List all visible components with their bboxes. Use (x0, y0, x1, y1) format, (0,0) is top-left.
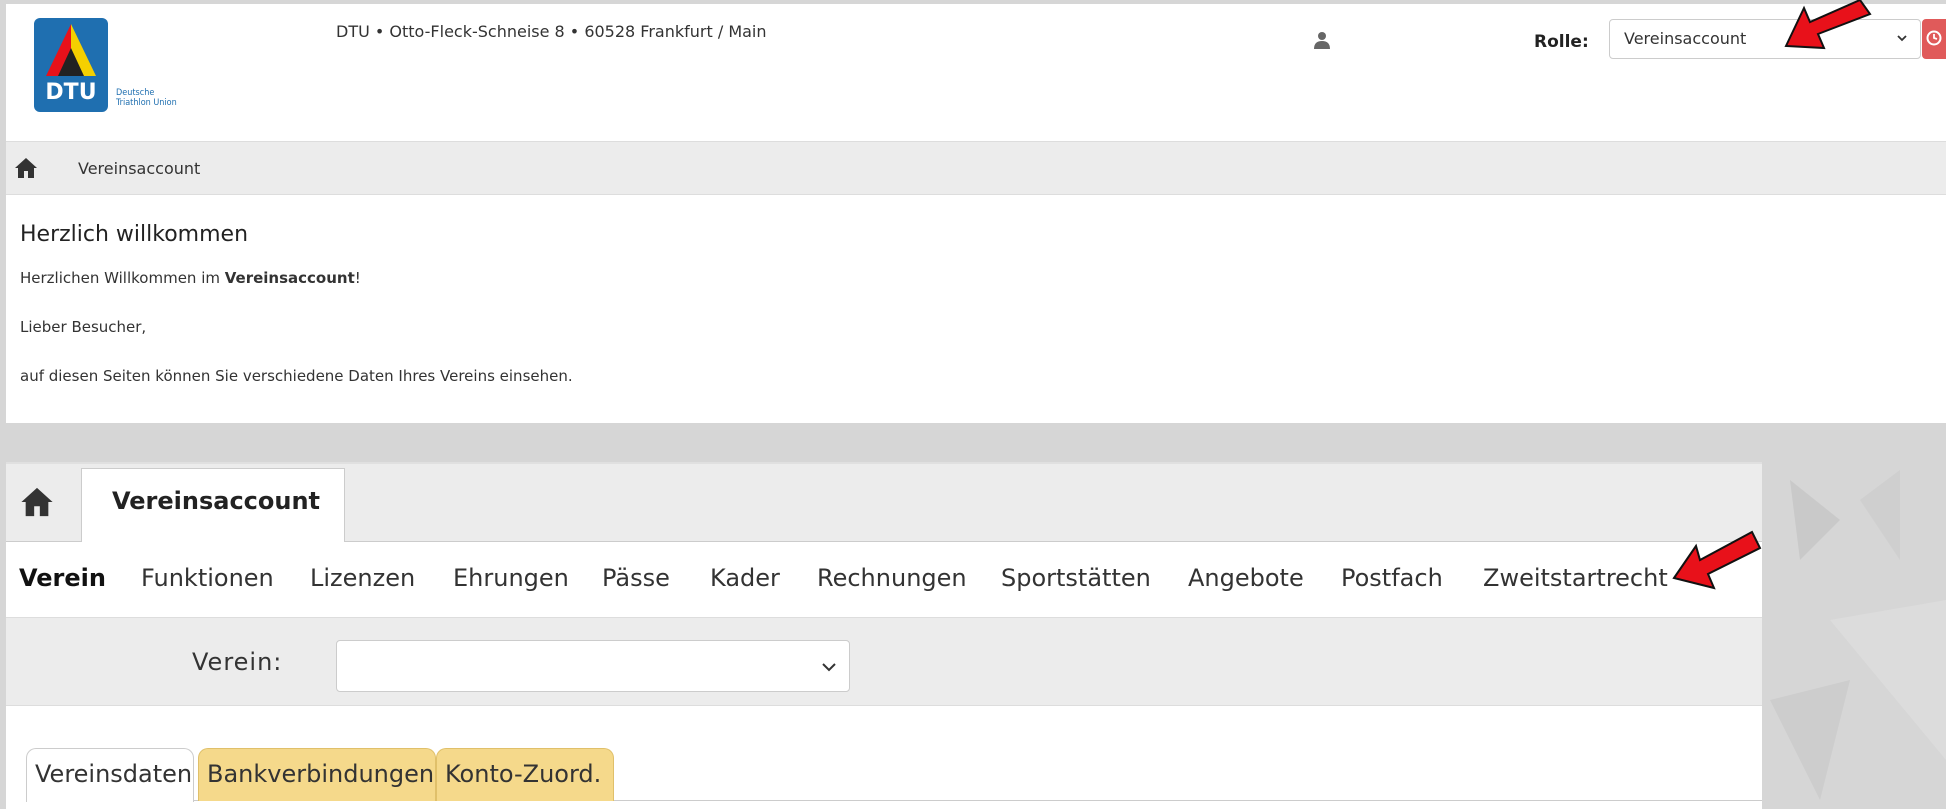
tab-bankverbindungen[interactable]: Bankverbindungen (198, 748, 436, 801)
lower-panel: Vereinsaccount Verein Funktionen Lizenze… (6, 462, 1762, 809)
menu-item-rechnungen[interactable]: Rechnungen (817, 564, 967, 592)
welcome-line-2: Lieber Besucher, (20, 318, 147, 336)
menu-item-lizenzen[interactable]: Lizenzen (310, 564, 415, 592)
verein-label: Verein: (192, 648, 283, 676)
top-panel: DTU Deutsche Triathlon Union DTU • Otto-… (6, 4, 1946, 423)
welcome-line-1: Herzlichen Willkommen im Vereinsaccount! (20, 269, 361, 287)
red-arrow-annotation (1784, 0, 1872, 50)
menu-item-kader[interactable]: Kader (710, 564, 780, 592)
menu-item-postfach[interactable]: Postfach (1341, 564, 1443, 592)
menu-item-angebote[interactable]: Angebote (1188, 564, 1304, 592)
logo-subtitle: Deutsche Triathlon Union (116, 88, 177, 108)
tab-konto-zuord[interactable]: Konto-Zuord. (436, 748, 614, 801)
logo-text: DTU (45, 80, 97, 105)
welcome-section: Herzlich willkommen Herzlichen Willkomme… (20, 222, 1920, 414)
home-icon[interactable] (20, 486, 54, 518)
menu-item-ehrungen[interactable]: Ehrungen (453, 564, 569, 592)
breadcrumb: Vereinsaccount (6, 141, 1946, 195)
red-arrow-annotation (1672, 530, 1762, 590)
user-icon[interactable] (1313, 31, 1331, 49)
menu-item-funktionen[interactable]: Funktionen (141, 564, 274, 592)
address-text: DTU • Otto-Fleck-Schneise 8 • 60528 Fran… (336, 22, 767, 41)
menu-item-sportstaetten[interactable]: Sportstätten (1001, 564, 1151, 592)
dtu-logo[interactable]: DTU Deutsche Triathlon Union (34, 18, 204, 118)
breadcrumb-current[interactable]: Vereinsaccount (78, 159, 200, 178)
main-tabbar: Vereinsaccount (6, 462, 1762, 545)
clock-icon (1926, 30, 1942, 46)
welcome-line-3: auf diesen Seiten können Sie verschieden… (20, 367, 573, 385)
rolle-label: Rolle: (1534, 32, 1589, 52)
menu-item-verein[interactable]: Verein (19, 564, 106, 592)
chevron-down-icon (822, 663, 836, 672)
menu-item-paesse[interactable]: Pässe (602, 564, 670, 592)
rolle-select[interactable]: Vereinsaccount (1609, 19, 1921, 59)
session-timer-button[interactable] (1922, 19, 1946, 59)
welcome-title: Herzlich willkommen (20, 222, 249, 247)
verein-select[interactable] (336, 640, 850, 692)
rolle-select-value: Vereinsaccount (1624, 29, 1747, 48)
chevron-down-icon (1897, 35, 1907, 42)
home-icon[interactable] (14, 157, 38, 179)
verein-select-row: Verein: (6, 618, 1762, 706)
header: DTU Deutsche Triathlon Union DTU • Otto-… (6, 4, 1946, 141)
tab-vereinsdaten[interactable]: Vereinsdaten (26, 748, 194, 802)
menu-item-zweitstartrecht[interactable]: Zweitstartrecht (1483, 564, 1668, 592)
tab-vereinsaccount[interactable]: Vereinsaccount (81, 468, 345, 545)
dtu-logo-icon: DTU (34, 18, 108, 112)
menu-bar: Verein Funktionen Lizenzen Ehrungen Päss… (6, 542, 1762, 618)
sub-tabs: Vereinsdaten Bankverbindungen Konto-Zuor… (6, 706, 1762, 809)
